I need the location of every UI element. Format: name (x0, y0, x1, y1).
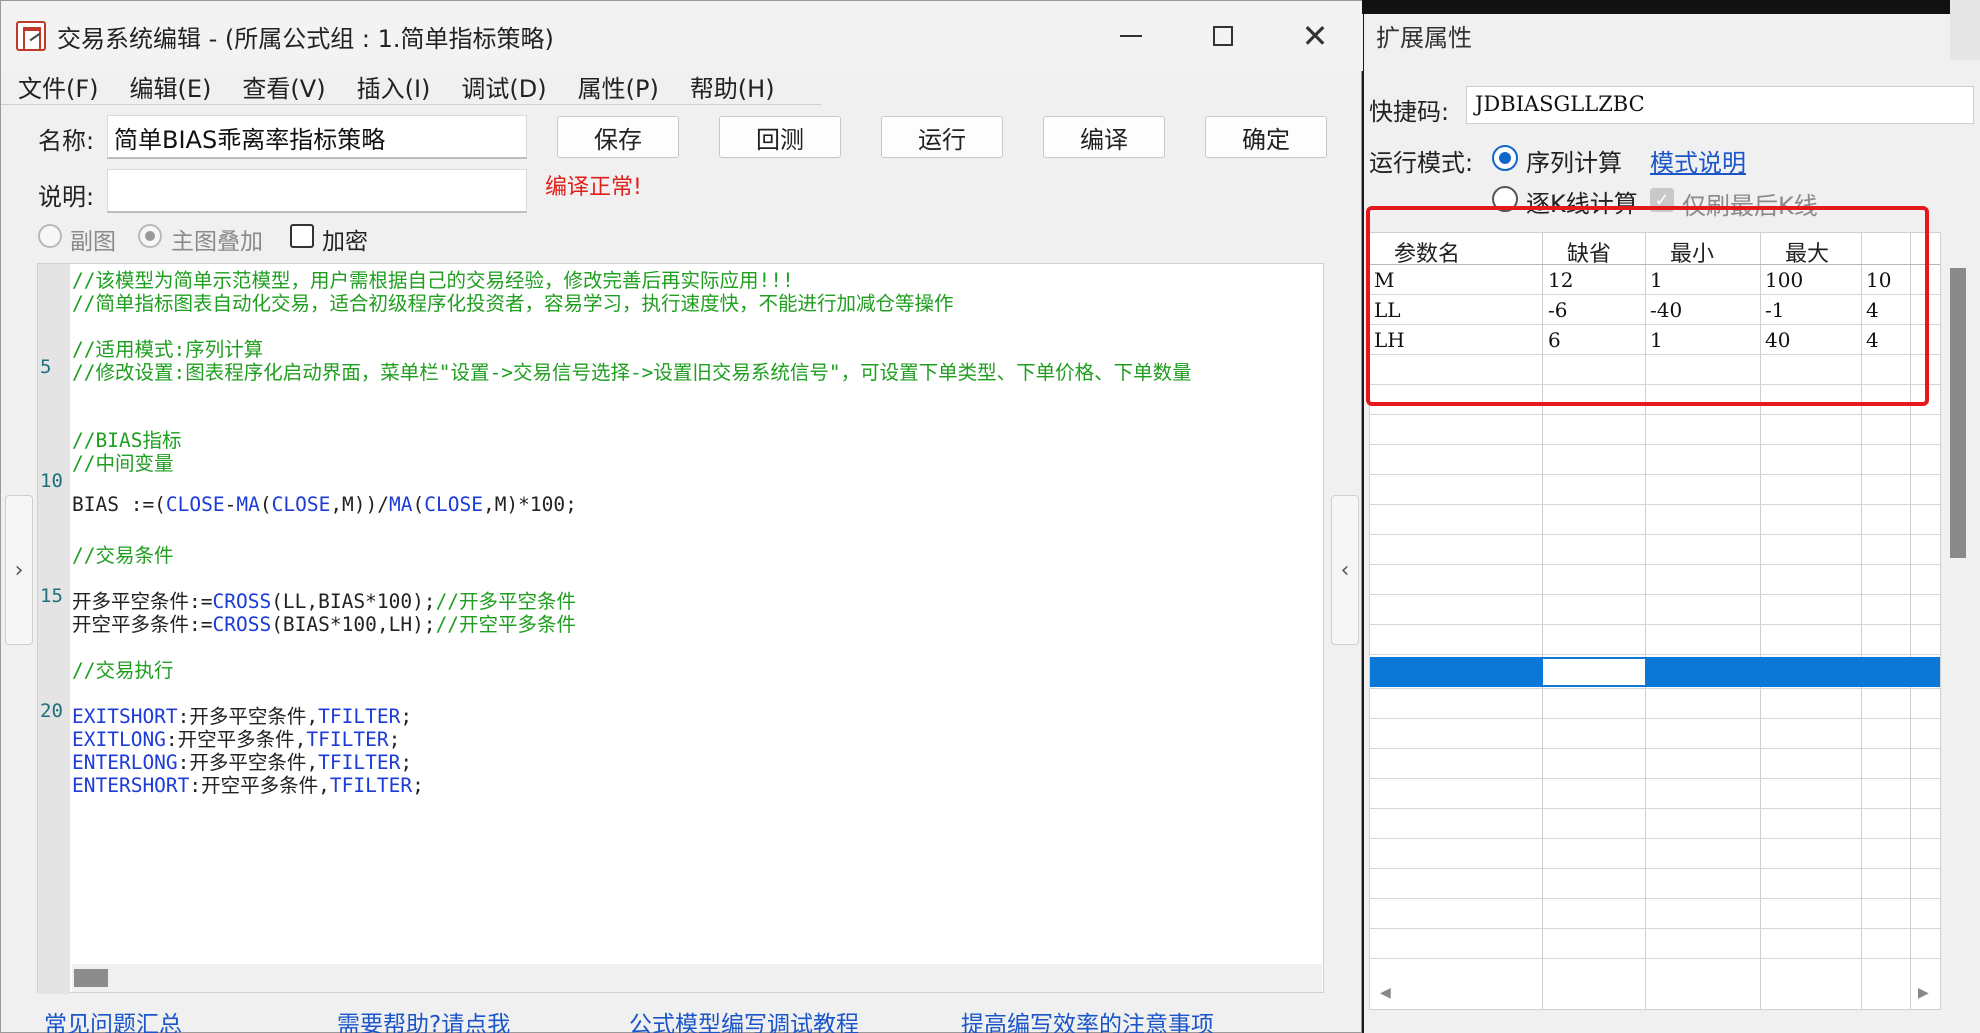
grid-row-line (1370, 654, 1940, 655)
horizontal-scroll-thumb[interactable] (74, 969, 108, 987)
code-line: //中间变量 (72, 452, 174, 475)
faq-link[interactable]: 常见问题汇总 (44, 1005, 182, 1033)
panel-edge (1950, 0, 1980, 60)
code-line: BIAS :=(CLOSE-MA(CLOSE,M))/MA(CLOSE,M)*1… (72, 493, 577, 516)
line-number: 5 (40, 356, 52, 378)
code-line: //简单指标图表自动化交易，适合初级程序化投资者，容易学习，执行速度快，不能进行… (72, 292, 954, 315)
series-mode-radio[interactable] (1492, 145, 1518, 171)
code-editor[interactable]: 5 10 15 20 //该模型为简单示范模型，用户需根据自己的交易经验，修改完… (37, 263, 1324, 994)
tutorial-link[interactable]: 公式模型编写调试教程 (629, 1005, 859, 1033)
menu-edit[interactable]: 编辑(E) (113, 63, 212, 105)
menu-help[interactable]: 帮助(H) (673, 63, 775, 105)
line-number: 20 (40, 700, 63, 722)
encrypt-checkbox[interactable] (290, 224, 314, 248)
run-button[interactable]: 运行 (881, 116, 1003, 158)
close-icon: ✕ (1301, 17, 1329, 55)
highlight-annotation-box (1366, 206, 1929, 406)
subchart-label: 副图 (70, 229, 116, 255)
grid-row-line (1370, 594, 1940, 595)
grid-row-line (1370, 414, 1940, 415)
menu-file[interactable]: 文件(F) (1, 63, 99, 105)
grid-row-line (1370, 474, 1940, 475)
grid-row-line (1370, 868, 1940, 869)
description-input[interactable] (107, 169, 527, 213)
encrypt-label: 加密 (322, 229, 368, 255)
series-mode-label: 序列计算 (1526, 149, 1622, 177)
app-icon (16, 21, 46, 51)
grid-row-line (1370, 564, 1940, 565)
line-number: 10 (40, 470, 63, 492)
code-line: //修改设置:图表程序化启动界面，菜单栏"设置->交易信号选择->设置旧交易系统… (72, 361, 1192, 384)
grid-row-line (1370, 624, 1940, 625)
maximize-icon (1213, 26, 1233, 46)
menu-debug[interactable]: 调试(D) (444, 63, 546, 105)
shortcut-label: 快捷码: (1369, 98, 1450, 126)
close-button[interactable]: ✕ (1269, 1, 1361, 71)
code-line: //交易执行 (72, 659, 174, 682)
grid-row-line (1370, 928, 1940, 929)
grid-row-line (1370, 958, 1940, 959)
code-line: ENTERSHORT:开空平多条件,TFILTER; (72, 774, 424, 797)
name-input[interactable]: 简单BIAS乖离率指标策略 (107, 115, 527, 159)
shortcut-input[interactable]: JDBIASGLLZBC (1466, 86, 1974, 124)
compile-button[interactable]: 编译 (1043, 116, 1165, 158)
grid-row-line (1370, 688, 1940, 689)
efficiency-tips-link[interactable]: 提高编写效率的注意事项 (961, 1005, 1214, 1033)
help-link[interactable]: 需要帮助?请点我 (337, 1005, 510, 1033)
chevron-left-icon: ‹ (1340, 557, 1350, 583)
grid-row-line (1370, 838, 1940, 839)
scroll-right-icon[interactable]: ▶ (1918, 985, 1929, 1001)
main-overlay-label: 主图叠加 (171, 229, 263, 255)
right-collapse-tab[interactable]: ‹ (1331, 495, 1359, 645)
chevron-right-icon: › (14, 557, 24, 583)
save-button[interactable]: 保存 (557, 116, 679, 158)
grid-row-line (1370, 808, 1940, 809)
window-title: 交易系统编辑 - (所属公式组 : 1.简单指标策略) (57, 25, 554, 53)
main-overlay-radio[interactable] (138, 224, 162, 248)
code-line: 开空平多条件:=CROSS(BIAS*100,LH);//开空平多条件 (72, 613, 577, 636)
vertical-scroll-thumb[interactable] (1950, 268, 1966, 558)
menu-insert[interactable]: 插入(I) (340, 63, 431, 105)
menu-properties[interactable]: 属性(P) (561, 63, 659, 105)
line-number: 15 (40, 585, 63, 607)
horizontal-scrollbar[interactable] (72, 964, 1322, 992)
grid-row-line (1370, 748, 1940, 749)
panel-title: 扩展属性 (1376, 24, 1472, 52)
ok-button[interactable]: 确定 (1205, 116, 1327, 158)
menu-divider (1, 104, 821, 105)
grid-row-line (1370, 718, 1940, 719)
left-expand-tab[interactable]: › (5, 495, 33, 645)
compile-status: 编译正常! (545, 175, 642, 200)
mode-help-link[interactable]: 模式说明 (1650, 143, 1746, 178)
backtest-button[interactable]: 回测 (719, 116, 841, 158)
scroll-left-icon[interactable]: ◀ (1380, 985, 1391, 1001)
code-line: //交易条件 (72, 544, 174, 567)
background-strip (1362, 0, 1980, 14)
grid-row-line (1370, 778, 1940, 779)
minimize-icon (1120, 35, 1142, 37)
maximize-button[interactable] (1177, 1, 1269, 71)
grid-row-line (1370, 534, 1940, 535)
menu-view[interactable]: 查看(V) (225, 63, 325, 105)
selected-cell-editor[interactable] (1543, 659, 1645, 685)
description-label: 说明: (38, 183, 95, 211)
selected-row[interactable] (1370, 657, 1940, 687)
run-mode-label: 运行模式: (1369, 149, 1474, 177)
name-label: 名称: (38, 127, 95, 155)
grid-row-line (1370, 898, 1940, 899)
formula-editor-window: 交易系统编辑 - (所属公式组 : 1.简单指标策略) ✕ 文件(F) 编辑(E… (0, 0, 1363, 1033)
grid-row-line (1370, 444, 1940, 445)
menu-bar: 文件(F) 编辑(E) 查看(V) 插入(I) 调试(D) 属性(P) 帮助(H… (1, 63, 821, 105)
grid-row-line (1370, 504, 1940, 505)
subchart-radio[interactable] (38, 224, 62, 248)
minimize-button[interactable] (1085, 1, 1177, 71)
